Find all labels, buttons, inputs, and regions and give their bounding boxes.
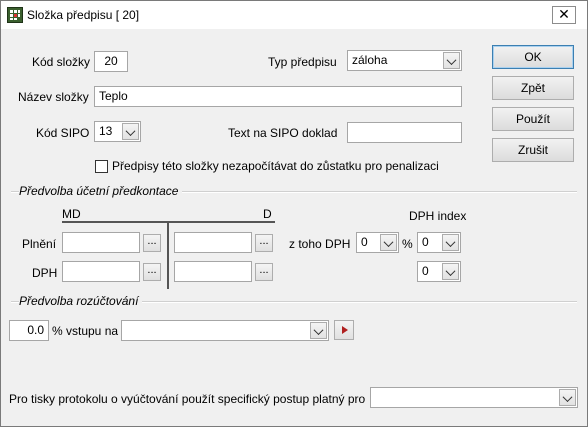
kod-sipo-label: Kód SIPO <box>36 126 90 140</box>
chevron-down-icon[interactable] <box>442 234 459 251</box>
chevron-down-icon[interactable] <box>559 389 576 406</box>
kod-sipo-select[interactable]: 13 <box>94 121 141 142</box>
z-toho-dph-value: 0 <box>361 235 368 249</box>
plneni-md-input[interactable] <box>62 232 140 253</box>
close-icon: ✕ <box>558 7 570 23</box>
chevron-down-icon[interactable] <box>310 322 327 339</box>
text-sipo-label: Text na SIPO doklad <box>228 126 338 140</box>
cancel-button[interactable]: Zrušit <box>492 138 574 162</box>
percent-label: % vstupu na <box>52 324 119 338</box>
md-d-separator <box>167 221 169 289</box>
predkontace-group-title: Předvolba účetní předkontace <box>19 184 183 198</box>
back-button[interactable]: Zpět <box>492 76 574 100</box>
percent-input[interactable]: 0.0 <box>9 320 49 341</box>
percent-sign: % <box>402 237 413 251</box>
nazev-slozky-input[interactable]: Teplo <box>94 86 462 107</box>
kod-slozky-input[interactable]: 20 <box>94 51 128 72</box>
dph-index-select-1[interactable]: 0 <box>417 232 461 253</box>
chevron-down-icon[interactable] <box>122 123 139 140</box>
dph-md-browse-button[interactable]: ... <box>143 263 161 281</box>
nazev-slozky-label: Název složky <box>18 90 89 104</box>
dph-md-input[interactable] <box>62 261 140 282</box>
footer-select[interactable] <box>370 387 578 408</box>
apply-button[interactable]: Použít <box>492 107 574 131</box>
plneni-d-input[interactable] <box>174 232 252 253</box>
dph-index-label: DPH index <box>409 209 467 223</box>
title-bar: Složka předpisu [ 20] ✕ <box>1 1 587 29</box>
md-label: MD <box>62 207 81 221</box>
kod-slozky-label: Kód složky <box>32 55 91 69</box>
dph-label: DPH <box>32 266 58 280</box>
typ-predpisu-value: záloha <box>352 53 388 67</box>
dph-d-input[interactable] <box>174 261 252 282</box>
dph-d-browse-button[interactable]: ... <box>255 263 273 281</box>
typ-predpisu-select[interactable]: záloha <box>347 50 462 71</box>
z-toho-dph-select[interactable]: 0 <box>356 232 399 253</box>
dialog-window: Složka předpisu [ 20] ✕ Kód složky 20 Ty… <box>0 0 588 427</box>
dph-index-value-2: 0 <box>422 264 429 278</box>
z-toho-dph-label: z toho DPH <box>289 237 351 251</box>
chevron-down-icon[interactable] <box>380 234 397 251</box>
window-title: Složka předpisu [ 20] <box>27 8 140 22</box>
dph-index-select-2[interactable]: 0 <box>417 261 461 282</box>
close-button[interactable]: ✕ <box>552 6 576 24</box>
plneni-d-browse-button[interactable]: ... <box>255 234 273 252</box>
ok-button[interactable]: OK <box>492 45 574 69</box>
app-grid-icon <box>7 7 23 23</box>
chevron-down-icon[interactable] <box>442 263 459 280</box>
chevron-down-icon[interactable] <box>443 52 460 69</box>
text-sipo-input[interactable] <box>347 122 462 143</box>
footer-label: Pro tisky protokolu o vyúčtování použít … <box>9 392 366 406</box>
dph-index-value-1: 0 <box>422 235 429 249</box>
no-penalty-label: Předpisy této složky nezapočítávat do zů… <box>112 159 439 173</box>
rozuctovani-group-title: Předvolba rozúčtování <box>19 294 143 308</box>
rozuctovani-target-select[interactable] <box>121 320 329 341</box>
no-penalty-checkbox[interactable] <box>95 160 108 173</box>
play-arrow-button[interactable] <box>334 320 354 340</box>
plneni-label: Plnění <box>22 237 57 251</box>
kod-sipo-value: 13 <box>99 124 113 138</box>
plneni-md-browse-button[interactable]: ... <box>143 234 161 252</box>
d-label: D <box>263 207 272 221</box>
typ-predpisu-label: Typ předpisu <box>268 55 337 69</box>
